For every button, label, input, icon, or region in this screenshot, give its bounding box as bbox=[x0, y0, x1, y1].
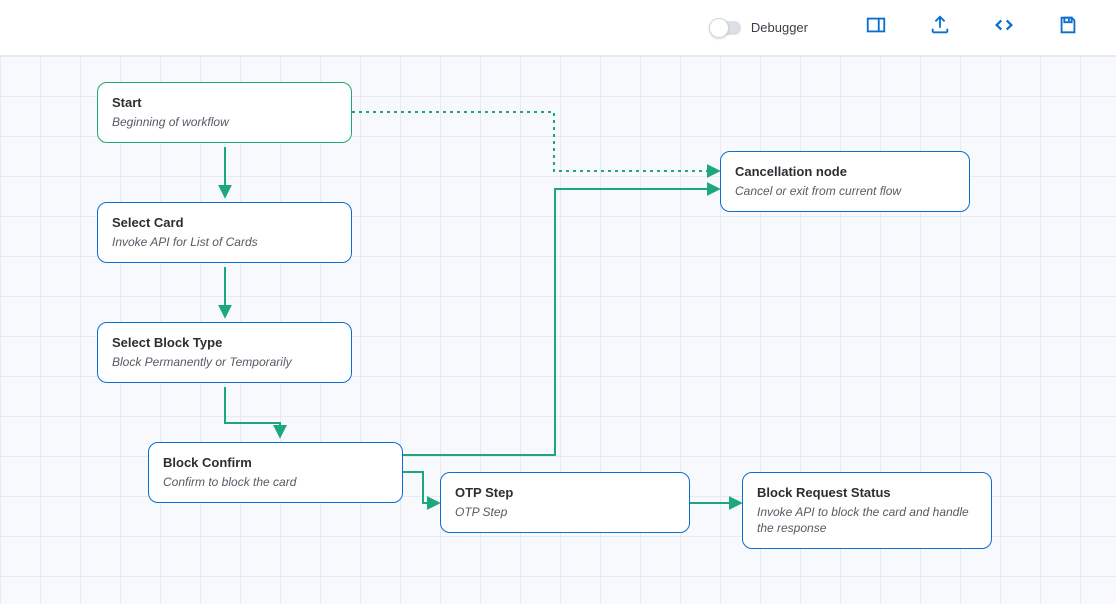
upload-icon bbox=[929, 14, 951, 41]
code-icon bbox=[993, 14, 1015, 41]
workflow-canvas[interactable]: Start Beginning of workflow Select Card … bbox=[0, 56, 1116, 604]
node-subtitle: Beginning of workflow bbox=[112, 114, 337, 130]
debugger-label: Debugger bbox=[751, 20, 808, 35]
node-start[interactable]: Start Beginning of workflow bbox=[97, 82, 352, 143]
layout-button[interactable] bbox=[852, 8, 900, 48]
node-subtitle: Block Permanently or Temporarily bbox=[112, 354, 337, 370]
node-block-request-status[interactable]: Block Request Status Invoke API to block… bbox=[742, 472, 992, 549]
node-title: Block Request Status bbox=[757, 485, 977, 500]
save-icon bbox=[1057, 14, 1079, 41]
export-button[interactable] bbox=[916, 8, 964, 48]
node-title: Block Confirm bbox=[163, 455, 388, 470]
debugger-toggle[interactable]: Debugger bbox=[711, 20, 808, 35]
code-button[interactable] bbox=[980, 8, 1028, 48]
node-subtitle: Cancel or exit from current flow bbox=[735, 183, 955, 199]
node-cancellation[interactable]: Cancellation node Cancel or exit from cu… bbox=[720, 151, 970, 212]
node-block-confirm[interactable]: Block Confirm Confirm to block the card bbox=[148, 442, 403, 503]
node-select-card[interactable]: Select Card Invoke API for List of Cards bbox=[97, 202, 352, 263]
save-button[interactable] bbox=[1044, 8, 1092, 48]
node-subtitle: Invoke API to block the card and handle … bbox=[757, 504, 977, 536]
layout-icon bbox=[865, 14, 887, 41]
node-subtitle: Confirm to block the card bbox=[163, 474, 388, 490]
node-subtitle: OTP Step bbox=[455, 504, 675, 520]
node-title: OTP Step bbox=[455, 485, 675, 500]
node-title: Select Card bbox=[112, 215, 337, 230]
node-select-block-type[interactable]: Select Block Type Block Permanently or T… bbox=[97, 322, 352, 383]
node-otp-step[interactable]: OTP Step OTP Step bbox=[440, 472, 690, 533]
toggle-knob bbox=[709, 18, 729, 38]
node-title: Cancellation node bbox=[735, 164, 955, 179]
node-title: Select Block Type bbox=[112, 335, 337, 350]
toggle-track bbox=[711, 21, 741, 35]
node-title: Start bbox=[112, 95, 337, 110]
toolbar: Debugger bbox=[0, 0, 1116, 56]
node-subtitle: Invoke API for List of Cards bbox=[112, 234, 337, 250]
